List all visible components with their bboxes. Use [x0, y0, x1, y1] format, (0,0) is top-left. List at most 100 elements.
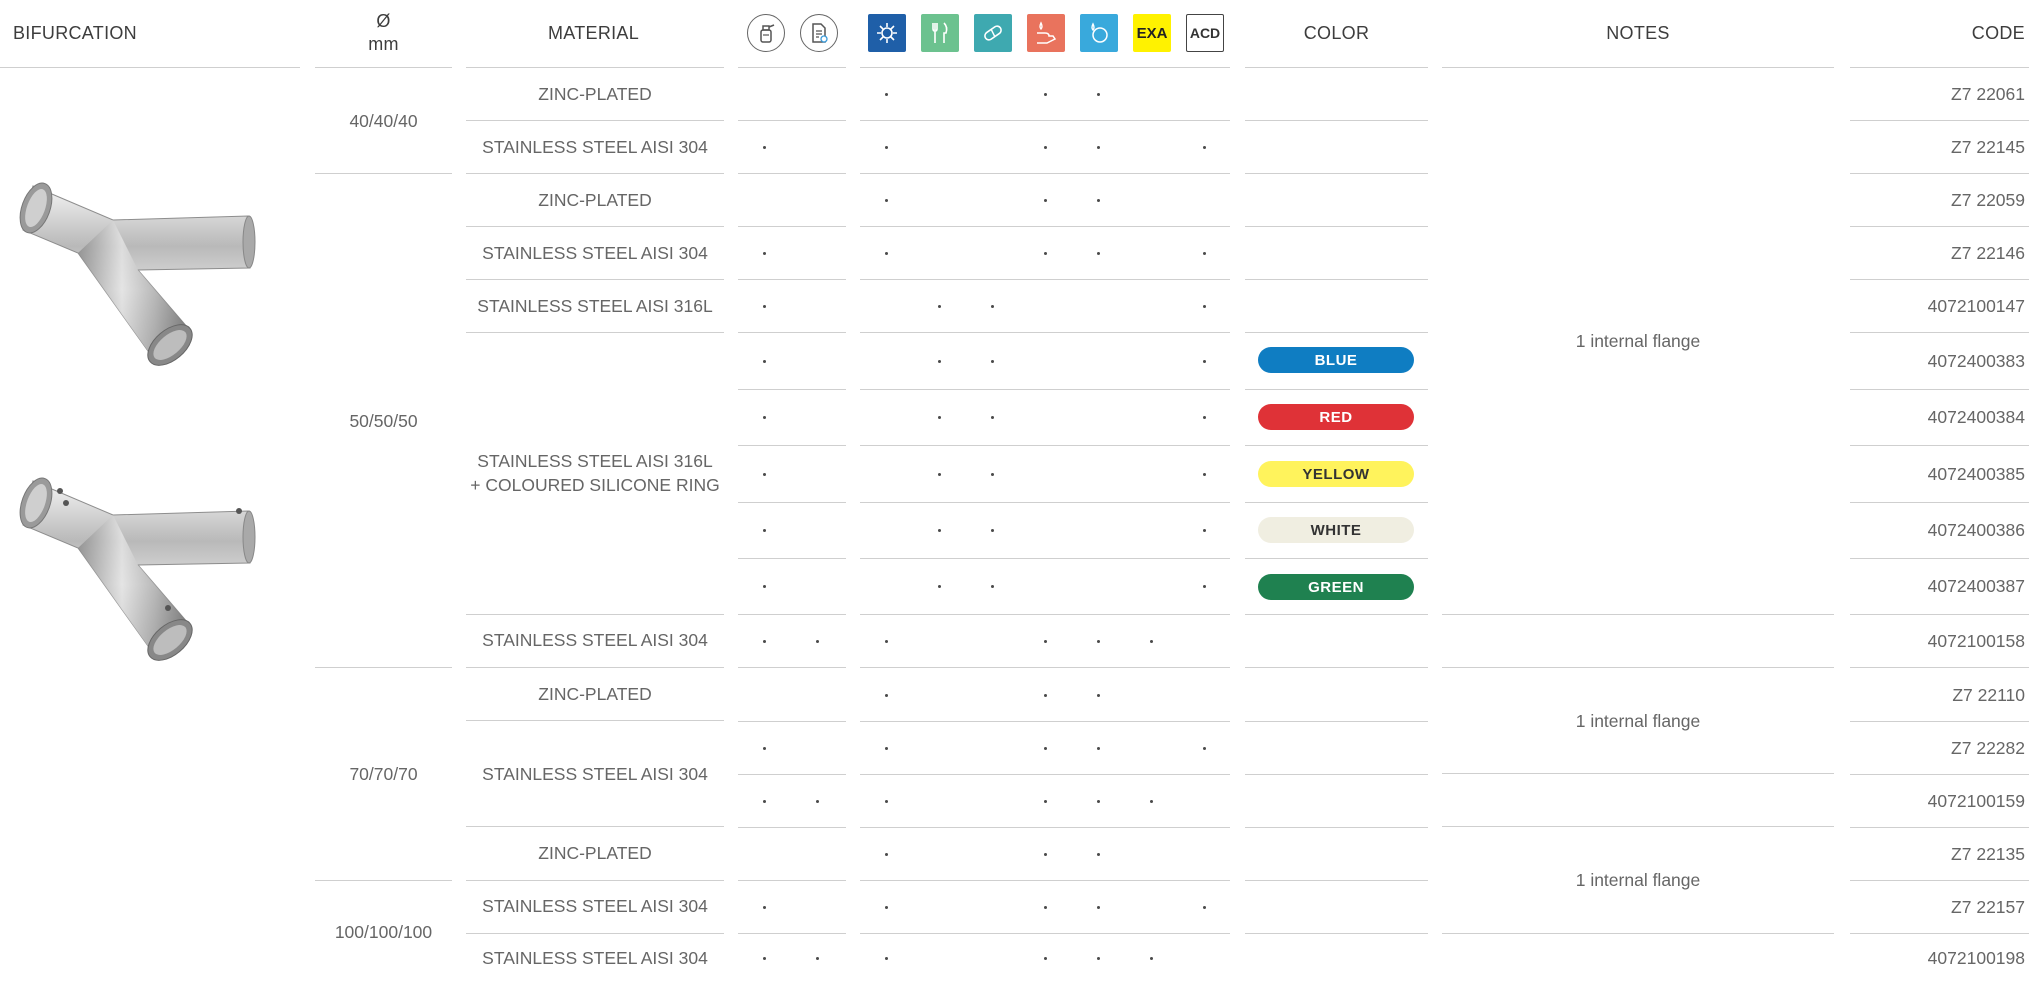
- row-rule-cert: [738, 279, 846, 280]
- row-rule-color: [1245, 827, 1428, 828]
- header-rule-cert: [738, 67, 846, 68]
- feature-dot: [885, 746, 888, 750]
- row-rule-usage: [860, 774, 1230, 775]
- notes-cell: 1 internal flange: [1575, 870, 1701, 890]
- feature-dot: [1097, 639, 1100, 643]
- material-rule: [466, 933, 724, 934]
- row-rule-usage: [860, 558, 1230, 559]
- notes-cell: 1 internal flange: [1575, 331, 1701, 351]
- row-rule-usage: [860, 933, 1230, 934]
- code-cell: Z7 22135: [1951, 843, 2025, 864]
- code-cell: Z7 22282: [1951, 737, 2025, 758]
- material-cell: STAINLESS STEEL AISI 304: [482, 137, 708, 157]
- row-rule-usage: [860, 226, 1230, 227]
- feature-dot: [1044, 799, 1047, 803]
- row-rule-usage: [860, 880, 1230, 881]
- feature-dot: [1044, 146, 1047, 149]
- feature-dot: [1044, 746, 1047, 750]
- header-rule-bifurcation: [0, 67, 300, 68]
- feature-dot: [885, 252, 888, 255]
- feature-dot: [1203, 529, 1206, 532]
- row-rule-cert: [738, 389, 846, 390]
- feature-dot: [885, 93, 888, 96]
- feature-dot: [816, 799, 819, 803]
- feature-dot: [885, 957, 888, 960]
- material-cell: STAINLESS STEEL AISI 304: [482, 243, 708, 263]
- material-rule: [466, 332, 724, 333]
- gear-icon: [868, 14, 906, 52]
- feature-dot: [1097, 746, 1100, 750]
- row-rule-cert: [738, 721, 846, 722]
- color-pill-blue: BLUE: [1258, 347, 1414, 373]
- feature-dot: [1097, 146, 1100, 149]
- row-rule-cert: [738, 558, 846, 559]
- material-cell: ZINC-PLATED: [538, 684, 652, 704]
- row-rule-usage: [860, 502, 1230, 503]
- acd-icon: ACD: [1186, 14, 1224, 52]
- row-rule-cert: [738, 173, 846, 174]
- material-line: STAINLESS STEEL AISI 316L: [477, 451, 713, 471]
- row-rule-usage: [860, 827, 1230, 828]
- feature-dot: [1150, 957, 1153, 960]
- color-pill-white: WHITE: [1258, 517, 1414, 543]
- feature-dot: [1044, 93, 1047, 96]
- code-cell: 4072100198: [1927, 948, 2025, 968]
- feature-dot: [763, 957, 766, 960]
- feature-dot: [1097, 957, 1100, 960]
- feature-dot: [1097, 852, 1100, 856]
- feature-dot: [1044, 693, 1047, 697]
- row-rule-cert: [738, 667, 846, 668]
- row-rule-color: [1245, 774, 1428, 775]
- feature-dot: [1097, 252, 1100, 255]
- diameter-symbol: Ø: [376, 11, 391, 31]
- feature-dot: [1203, 585, 1206, 588]
- spray-bottle-icon: [747, 14, 785, 52]
- row-rule-cert: [738, 226, 846, 227]
- notes-rule: [1442, 773, 1834, 774]
- material-cell: STAINLESS STEEL AISI 304: [482, 630, 708, 650]
- feature-dot: [991, 529, 994, 532]
- feature-dot: [763, 529, 766, 532]
- row-rule-cert: [738, 933, 846, 934]
- code-cell: 4072400387: [1927, 576, 2025, 596]
- feature-dot: [763, 360, 766, 363]
- feature-dot: [1097, 905, 1100, 909]
- row-rule-color: [1245, 614, 1428, 615]
- feature-dot: [1203, 746, 1206, 750]
- feature-dot: [1150, 639, 1153, 643]
- row-rule-color: [1245, 173, 1428, 174]
- feature-dot: [991, 473, 994, 476]
- feature-dot: [1044, 852, 1047, 856]
- row-rule-usage: [860, 332, 1230, 333]
- bifurcation-photo-plain: [19, 182, 256, 366]
- code-cell: 4072400384: [1927, 407, 2025, 427]
- feature-dot: [991, 360, 994, 363]
- row-rule-usage: [860, 614, 1230, 615]
- feature-dot: [1097, 693, 1100, 697]
- material-cell-coloured: STAINLESS STEEL AISI 316L + COLOURED SIL…: [466, 333, 724, 613]
- feature-dot: [1203, 360, 1206, 363]
- feature-dot: [1203, 905, 1206, 909]
- feature-dot: [763, 416, 766, 419]
- feature-dot: [1044, 199, 1047, 202]
- feature-dot: [938, 416, 941, 419]
- code-cell: Z7 22059: [1951, 190, 2025, 210]
- row-rule-usage: [860, 389, 1230, 390]
- feature-dot: [1097, 799, 1100, 803]
- material-cell: ZINC-PLATED: [538, 190, 652, 210]
- row-rule-color: [1245, 558, 1428, 559]
- header-rule-usage: [860, 67, 1230, 68]
- material-rule: [466, 880, 724, 881]
- diameter-cell: 40/40/40: [349, 110, 418, 131]
- feature-dot: [885, 146, 888, 149]
- header-diameter: Ø mm: [315, 0, 452, 66]
- color-pill-yellow: YELLOW: [1258, 461, 1414, 487]
- material-rule: [466, 667, 724, 668]
- feature-dot: [763, 305, 766, 308]
- feature-dot: [1203, 305, 1206, 308]
- feature-dot: [1150, 799, 1153, 803]
- material-rule: [466, 614, 724, 615]
- header-code: CODE: [1971, 22, 2025, 43]
- feature-dot: [938, 473, 941, 476]
- code-cell: 4072400383: [1927, 351, 2025, 371]
